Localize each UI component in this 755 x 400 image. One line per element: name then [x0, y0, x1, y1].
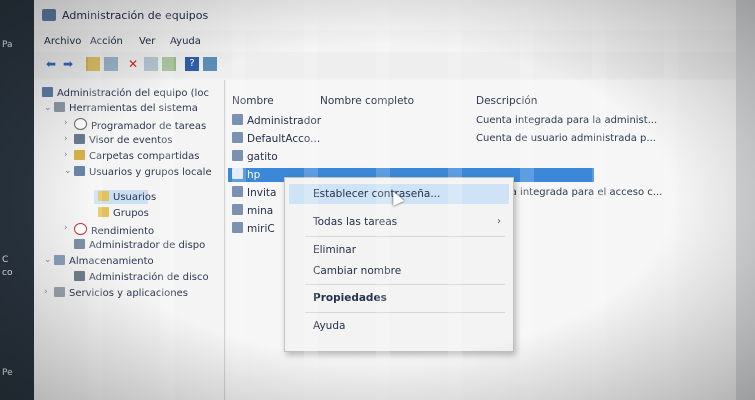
screen-moire-band — [592, 0, 606, 400]
chevron-right-icon[interactable]: › — [64, 223, 68, 233]
shared-folder-icon — [74, 150, 85, 160]
screen-moire-band — [88, 0, 102, 400]
view-icon[interactable] — [203, 57, 217, 71]
user-name: gatito — [247, 151, 278, 163]
menu-separator — [305, 284, 505, 285]
properties-icon[interactable] — [144, 57, 158, 71]
tree-item-users[interactable]: Usuarios — [98, 191, 156, 203]
chevron-right-icon[interactable]: › — [64, 118, 68, 128]
delete-icon[interactable]: ✕ — [126, 57, 140, 71]
menu-archivo[interactable]: Archivo — [44, 36, 81, 47]
column-header-fullname[interactable]: Nombre completo — [320, 95, 414, 107]
user-name: mina — [247, 205, 274, 217]
user-description: uenta integrada para el acceso c... — [488, 187, 663, 198]
screen-moire-band — [520, 0, 534, 400]
tree-item-root[interactable]: Administración del equipo (loc — [42, 87, 209, 99]
user-name: hp — [247, 169, 261, 181]
tree-item-groups[interactable]: Grupos — [98, 207, 149, 219]
event-viewer-icon — [74, 134, 85, 144]
chevron-right-icon[interactable]: › — [64, 150, 68, 160]
user-description: Cuenta de usuario administrada p... — [476, 133, 656, 144]
tree-label: Almacenamiento — [69, 256, 154, 267]
chevron-right-icon: › — [497, 216, 501, 227]
screen-moire-band — [376, 0, 390, 400]
tree-item-performance[interactable]: Rendimiento — [74, 223, 154, 237]
chevron-down-icon[interactable]: ⌄ — [44, 255, 52, 265]
computer-management-icon — [42, 87, 53, 97]
chevron-down-icon[interactable]: ⌄ — [64, 166, 72, 176]
menu-separator — [305, 312, 505, 313]
screen-moire-band — [664, 0, 678, 400]
tree-label: Administración del equipo (loc — [57, 88, 209, 99]
services-icon — [54, 287, 65, 297]
screen-moire-band — [232, 0, 246, 400]
menu-ver[interactable]: Ver — [139, 36, 155, 47]
users-icon — [74, 166, 85, 176]
show-tree-icon[interactable] — [104, 57, 118, 71]
desktop-label: Pa — [2, 40, 13, 50]
tree-label: Administración de disco — [89, 272, 209, 283]
tools-icon — [54, 102, 65, 112]
desktop-background: Pa C co Pe — [0, 0, 34, 400]
back-arrow-icon[interactable]: ⬅ — [44, 57, 58, 71]
desktop-label: Pe — [2, 368, 13, 378]
tree-label: Usuarios — [113, 192, 157, 203]
screen-moire-band — [304, 0, 318, 400]
screen-moire-band — [448, 0, 462, 400]
performance-icon — [74, 223, 87, 235]
desktop-edge — [735, 0, 755, 400]
storage-icon — [54, 255, 65, 265]
menu-item-delete[interactable]: Eliminar — [313, 244, 356, 256]
user-description: Cuenta integrada para la administ... — [476, 115, 658, 126]
screen-moire-band — [160, 0, 174, 400]
tree-item-system-tools[interactable]: Herramientas del sistema — [54, 102, 198, 114]
device-manager-icon — [74, 239, 85, 249]
desktop-label: C — [2, 255, 9, 265]
computer-management-icon — [42, 9, 56, 21]
chevron-right-icon[interactable]: › — [44, 287, 48, 297]
user-name: miriC — [247, 223, 275, 235]
user-name: Invita — [247, 187, 277, 199]
window-title: Administración de equipos — [62, 9, 209, 22]
desktop-label: co — [2, 268, 13, 278]
help-icon[interactable]: ? — [185, 57, 199, 71]
tree-item-storage[interactable]: Almacenamiento — [54, 255, 154, 267]
forward-arrow-icon[interactable]: ➡ — [61, 57, 75, 71]
disk-icon — [74, 271, 85, 281]
tree-label: Programador de tareas — [91, 121, 207, 132]
menu-ayuda[interactable]: Ayuda — [170, 36, 201, 47]
tree-label: Usuarios y grupos locale — [89, 167, 212, 178]
tree-label: Grupos — [113, 208, 149, 219]
menu-separator — [305, 236, 505, 237]
tree-label: Carpetas compartidas — [89, 151, 200, 162]
tree-label: Administrador de dispo — [89, 240, 206, 251]
navigation-tree: Administración del equipo (loc ⌄ Herrami… — [34, 80, 225, 400]
chevron-down-icon[interactable]: ⌄ — [44, 103, 52, 113]
chevron-right-icon[interactable]: › — [64, 134, 68, 144]
clock-icon — [74, 118, 87, 130]
